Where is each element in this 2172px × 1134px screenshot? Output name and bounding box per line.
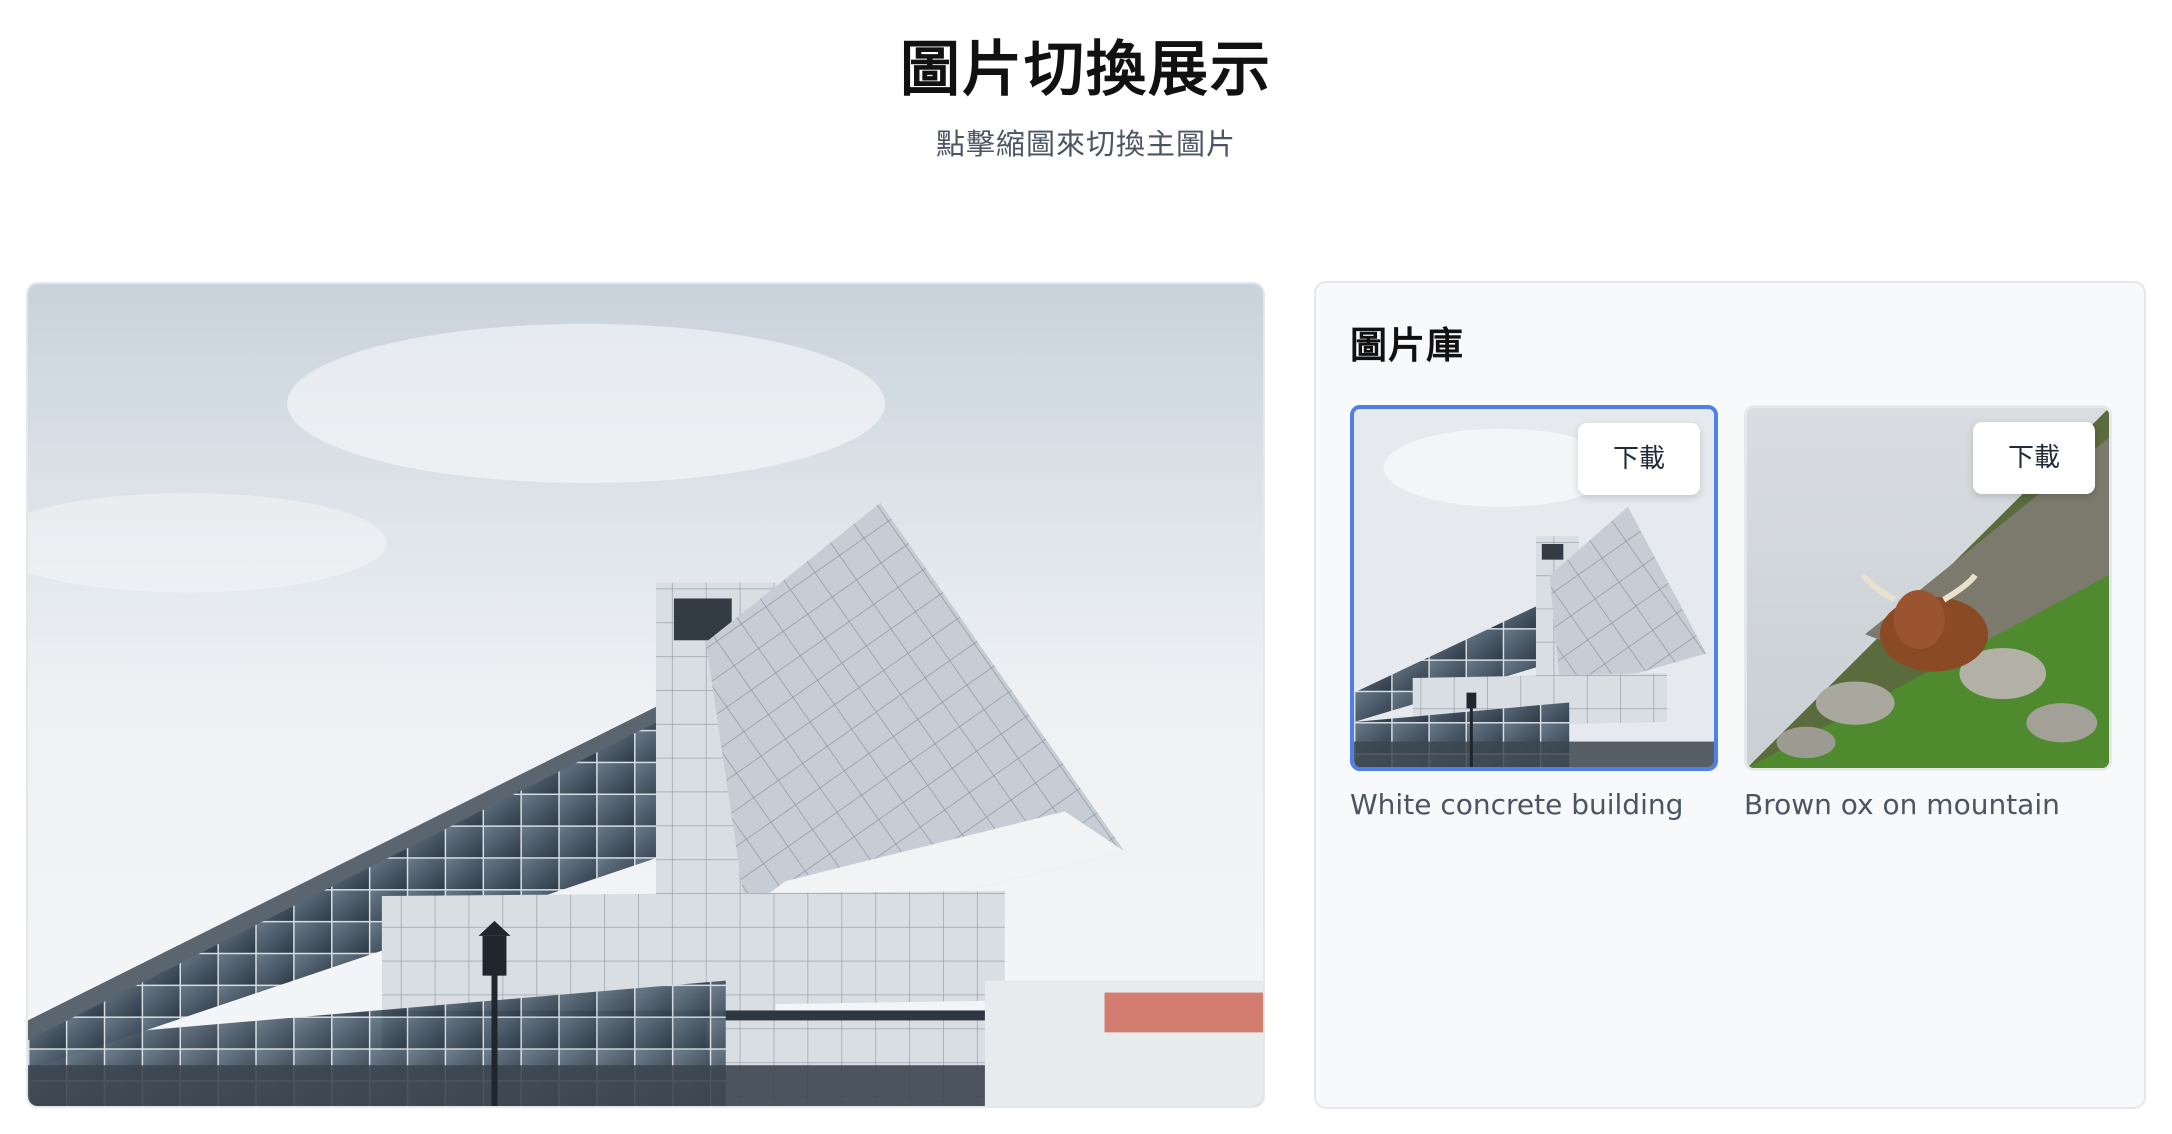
gallery-title: 圖片庫	[1350, 324, 1464, 367]
gallery-thumbnail-ox[interactable]: 下載	[1744, 405, 2112, 771]
main-image	[26, 282, 1265, 1108]
download-button[interactable]: 下載	[1973, 422, 2095, 494]
download-button[interactable]: 下載	[1578, 423, 1700, 495]
gallery-thumbnail-building[interactable]: 下載	[1350, 405, 1718, 771]
gallery-panel: 圖片庫 下載 下載 White concrete building Brown …	[1314, 281, 2146, 1109]
thumbnail-caption: White concrete building	[1350, 788, 1684, 821]
page-subtitle: 點擊縮圖來切換主圖片	[935, 127, 1236, 161]
main-image-building-photo	[28, 284, 1263, 1106]
thumbnail-caption: Brown ox on mountain	[1744, 788, 2060, 821]
page-title: 圖片切換展示	[900, 35, 1272, 105]
